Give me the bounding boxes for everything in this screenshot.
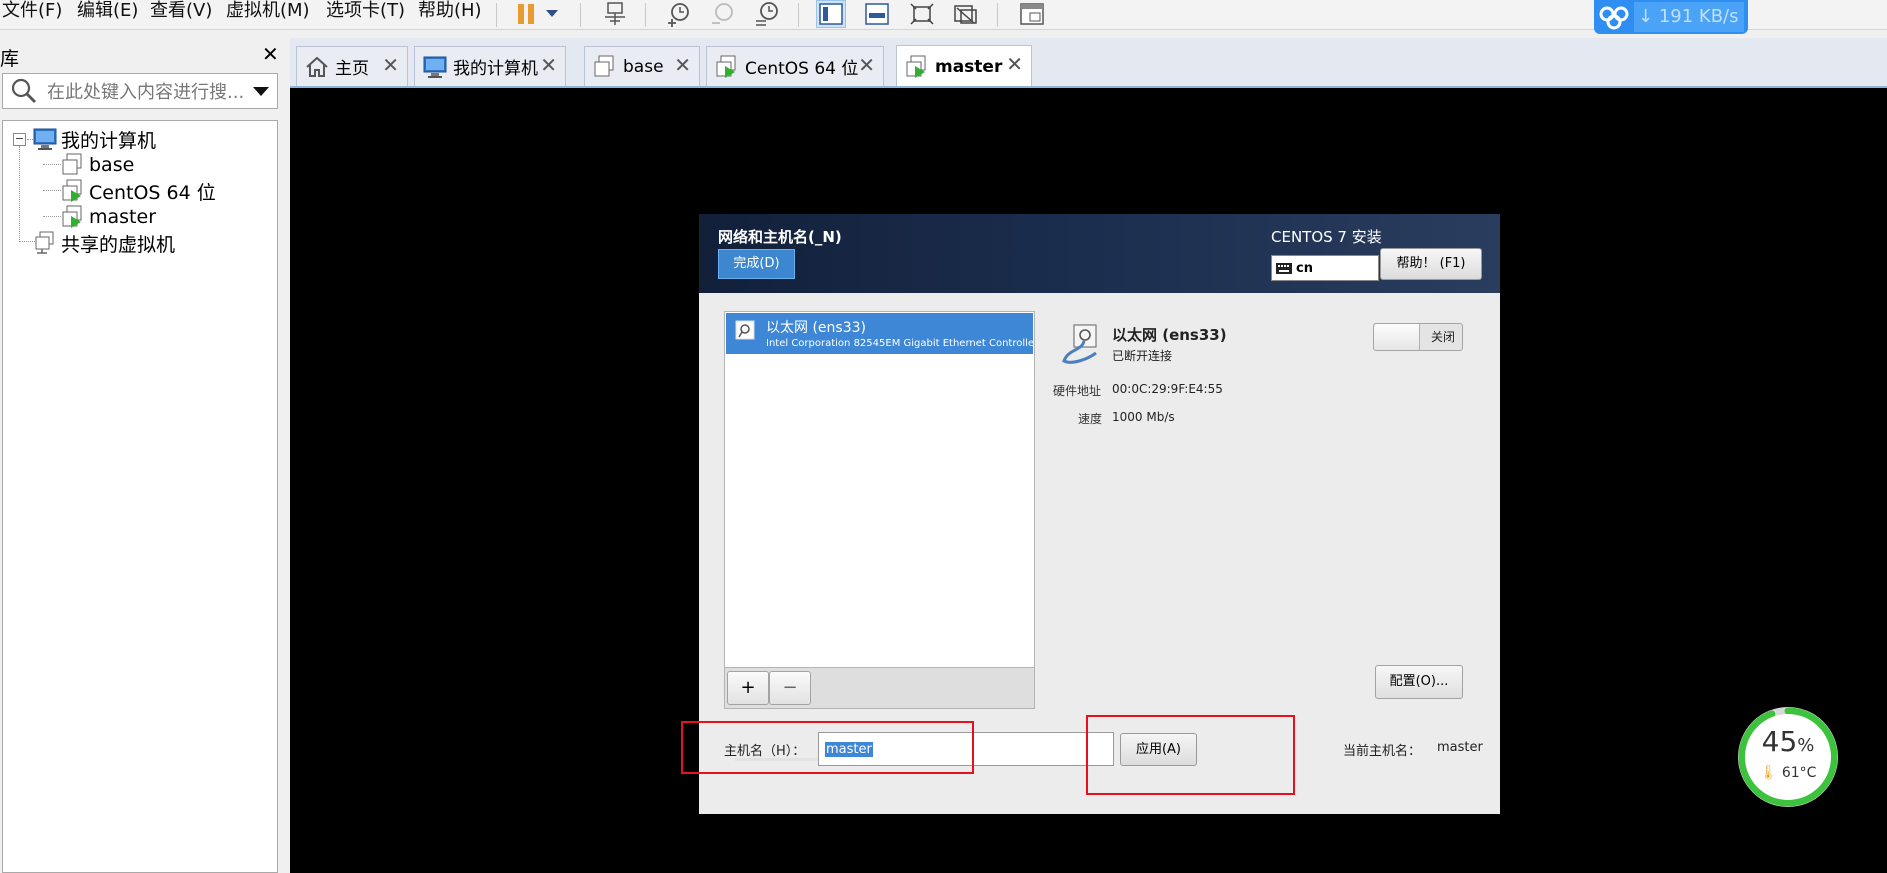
tree-collapse-toggle[interactable]: − [13,133,26,146]
remove-interface-button[interactable]: − [769,671,811,705]
console-view-icon[interactable] [1017,0,1047,28]
done-button[interactable]: 完成(D) [718,249,795,279]
tab-home[interactable]: 主页 ✕ [296,46,408,86]
speed-label: 速度 [1078,412,1103,426]
pause-icon[interactable] [511,0,541,28]
tab-close-icon[interactable]: ✕ [382,55,399,75]
cpu-percent-unit: % [1797,735,1815,756]
library-panel: 库 ✕ 在此处键入内容进行搜... − 我的计算机 base CentOS 64… [0,38,282,873]
tab-base[interactable]: base ✕ [584,46,700,86]
library-tree: − 我的计算机 base CentOS 64 位 master 共享的虚拟机 [2,120,278,873]
computer-icon [423,56,447,78]
network-speed-value: 191 KB/s [1658,6,1739,27]
interface-name: 以太网 (ens33) [766,320,866,336]
fullscreen-icon[interactable] [907,0,937,28]
vm-off-icon [594,55,614,76]
cpu-usage-gauge: 45% 🌡 61°C [1738,707,1838,807]
ethernet-icon [735,320,755,340]
search-placeholder: 在此处键入内容进行搜... [47,82,245,103]
network-speed-badge: ↓ 191 KB/s [1594,0,1748,34]
shared-vm-icon [35,231,54,254]
add-interface-button[interactable]: + [727,671,769,705]
ethernet-cable-icon [1062,324,1097,364]
tab-centos[interactable]: CentOS 64 位 ✕ [706,46,884,86]
tab-my-computer[interactable]: 我的计算机 ✕ [414,46,566,86]
tab-master[interactable]: master ✕ [896,45,1032,87]
menu-edit[interactable]: 编辑(E) [77,0,138,24]
interface-row-ens33[interactable]: 以太网 (ens33) Intel Corporation 82545EM Gi… [726,313,1033,354]
speed-value: 1000 Mb/s [1112,410,1175,424]
tree-item-shared-vms[interactable]: 共享的虚拟机 [33,231,175,256]
vm-on-icon [62,179,82,202]
tab-close-icon[interactable]: ✕ [540,55,557,75]
baidu-cloud-icon [1594,0,1634,34]
tree-item-master[interactable]: master [61,205,156,229]
unity-icon[interactable] [951,0,981,28]
thumbnail-bar-icon[interactable] [862,0,892,28]
tree-item-my-computer[interactable]: 我的计算机 [33,127,156,152]
menu-file[interactable]: 文件(F) [2,0,62,24]
interface-list: 以太网 (ens33) Intel Corporation 82545EM Gi… [724,311,1035,761]
tree-item-base[interactable]: base [61,153,134,177]
product-title: CENTOS 7 安装 [1271,228,1382,246]
tree-item-centos[interactable]: CentOS 64 位 [61,179,216,204]
current-hostname-label: 当前主机名： [1343,744,1422,759]
vm-on-icon [62,205,82,228]
tab-close-icon[interactable]: ✕ [1006,54,1023,74]
chevron-down-icon[interactable] [251,85,271,97]
library-title: 库 [0,48,20,70]
dialog-header: 网络和主机名(_N) 完成(D) CENTOS 7 安装 cn 帮助！ (F1) [699,214,1500,293]
menu-vm[interactable]: 虚拟机(M) [226,0,310,24]
snapshot-manager-icon[interactable] [752,0,782,28]
current-hostname-value: master [1437,740,1483,755]
home-icon [306,56,328,77]
menu-tabs[interactable]: 选项卡(T) [326,0,405,24]
interface-status: 已断开连接 [1112,349,1173,363]
snapshot-revert-icon[interactable] [708,0,738,28]
annotation-box-apply [1086,715,1295,795]
interface-toolbar: + − [724,667,1035,709]
menu-view[interactable]: 查看(V) [150,0,212,24]
show-library-icon[interactable] [816,0,846,28]
send-keys-icon[interactable] [600,0,630,28]
dropdown-arrow-icon[interactable] [542,0,562,28]
tab-strip: 主页 ✕ 我的计算机 ✕ base ✕ CentOS 64 位 ✕ master… [290,38,1887,87]
tab-close-icon[interactable]: ✕ [858,55,875,75]
menu-bar: 文件(F) 编辑(E) 查看(V) 虚拟机(M) 选项卡(T) 帮助(H) ↓ … [0,0,1887,34]
vm-on-icon [906,55,926,78]
configure-button[interactable]: 配置(O)... [1375,665,1463,699]
keyboard-layout-indicator[interactable]: cn [1271,255,1379,281]
temperature-icon: 🌡 [1759,765,1778,781]
search-icon [11,78,36,103]
interface-description: Intel Corporation 82545EM Gigabit Ethern… [766,338,1033,349]
snapshot-take-icon[interactable] [664,0,694,28]
download-arrow-icon: ↓ [1638,6,1654,27]
toggle-state-label: 关闭 [1430,330,1455,344]
vm-on-icon [716,55,736,78]
help-button[interactable]: 帮助！ (F1) [1380,248,1482,280]
close-icon[interactable]: ✕ [262,44,279,64]
tab-close-icon[interactable]: ✕ [674,55,691,75]
menu-help[interactable]: 帮助(H) [418,0,482,24]
hardware-address-label: 硬件地址 [1053,384,1102,398]
vm-off-icon [62,153,82,175]
keyboard-icon [1276,262,1292,274]
library-search-input[interactable]: 在此处键入内容进行搜... [2,73,278,109]
cpu-temperature: 61°C [1781,765,1817,781]
computer-icon [33,128,57,150]
hardware-address-value: 00:0C:29:9F:E4:55 [1112,382,1223,396]
cpu-percent: 45 [1761,725,1798,758]
interface-enable-toggle[interactable]: 关闭 [1373,323,1463,351]
interface-detail-name: 以太网 (ens33) [1112,326,1227,344]
dialog-title: 网络和主机名(_N) [718,228,842,246]
annotation-box-hostname [681,721,974,774]
